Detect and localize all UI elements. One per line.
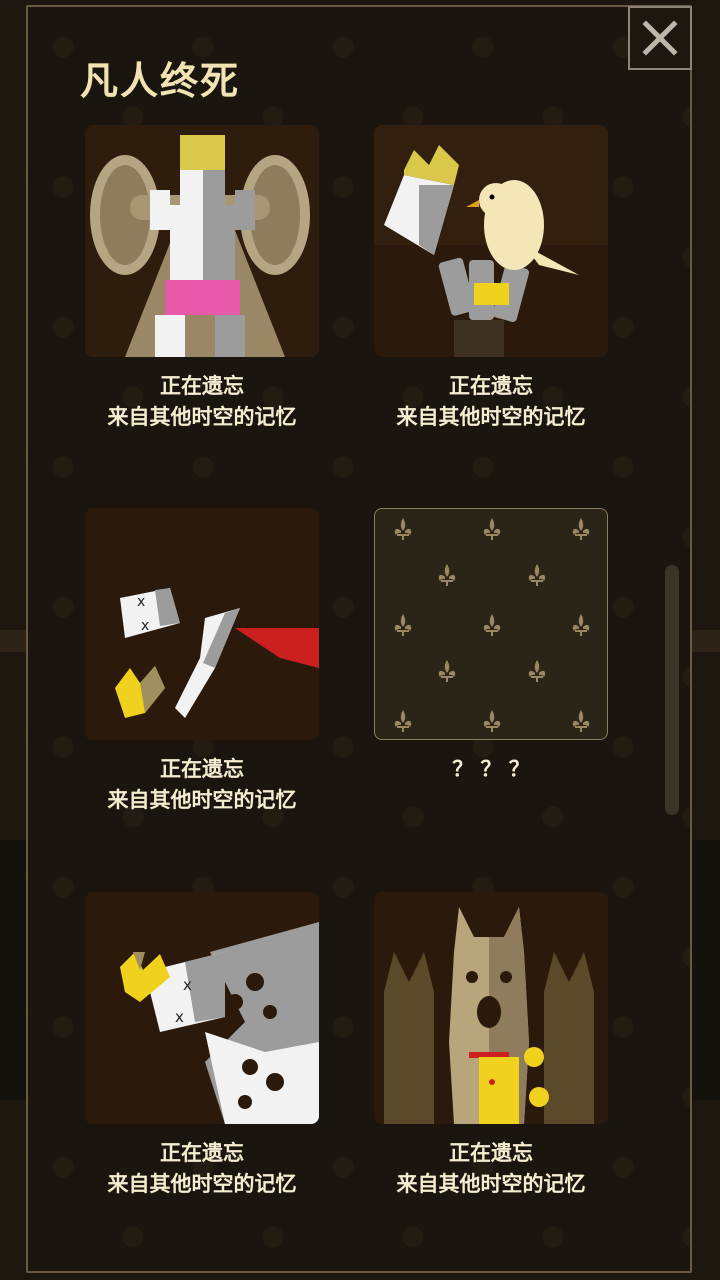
card-status-text: 正在遗忘	[160, 1141, 244, 1165]
svg-text:x: x	[175, 1008, 184, 1026]
scrollbar[interactable]	[665, 565, 679, 815]
svg-text:x: x	[137, 594, 145, 610]
fleur-de-lis-icon	[394, 518, 412, 540]
fleur-de-lis-icon	[572, 518, 590, 540]
fleur-de-lis-icon	[438, 660, 456, 682]
locked-memory-card[interactable]: ？ ？ ？	[374, 508, 608, 785]
page-title: 凡人终死	[80, 59, 241, 103]
card-status-text: ？ ？ ？	[452, 757, 530, 781]
memory-thumbnail	[374, 125, 608, 357]
memory-thumbnail	[85, 125, 319, 357]
svg-text:x: x	[183, 976, 192, 994]
card-description-text: 来自其他时空的记忆	[107, 405, 297, 429]
locked-thumbnail	[374, 508, 608, 740]
memory-thumbnail: x x	[85, 508, 319, 740]
fleur-de-lis-icon	[483, 710, 501, 732]
fleur-de-lis-icon	[483, 518, 501, 540]
memory-card[interactable]: x x 正在遗忘 来自其他时空的记忆	[85, 892, 319, 1200]
card-description-text: 来自其他时空的记忆	[396, 1172, 586, 1196]
close-button[interactable]	[628, 6, 692, 70]
memory-card[interactable]: x x 正在遗忘 来自其他时空的记忆	[85, 508, 319, 816]
card-description-text: 来自其他时空的记忆	[396, 405, 586, 429]
fleur-de-lis-icon	[572, 614, 590, 636]
fleur-de-lis-icon	[528, 660, 546, 682]
fleur-de-lis-icon	[438, 564, 456, 586]
card-description-text: 来自其他时空的记忆	[107, 788, 297, 812]
svg-text:x: x	[141, 618, 149, 634]
fleur-de-lis-icon	[394, 614, 412, 636]
close-icon	[642, 20, 678, 56]
card-status-text: 正在遗忘	[160, 757, 244, 781]
memory-card[interactable]: 正在遗忘 来自其他时空的记忆	[374, 125, 608, 433]
fleur-de-lis-icon	[572, 710, 590, 732]
fleur-de-lis-icon	[528, 564, 546, 586]
memory-thumbnail: x x	[85, 892, 319, 1124]
memory-thumbnail	[374, 892, 608, 1124]
card-status-text: 正在遗忘	[449, 374, 533, 398]
fleur-de-lis-icon	[483, 614, 501, 636]
fleur-de-lis-icon	[394, 710, 412, 732]
card-description-text: 来自其他时空的记忆	[107, 1172, 297, 1196]
card-status-text: 正在遗忘	[449, 1141, 533, 1165]
memory-card[interactable]: 正在遗忘 来自其他时空的记忆	[85, 125, 319, 433]
card-status-text: 正在遗忘	[160, 374, 244, 398]
memory-card[interactable]: 正在遗忘 来自其他时空的记忆	[374, 892, 608, 1200]
